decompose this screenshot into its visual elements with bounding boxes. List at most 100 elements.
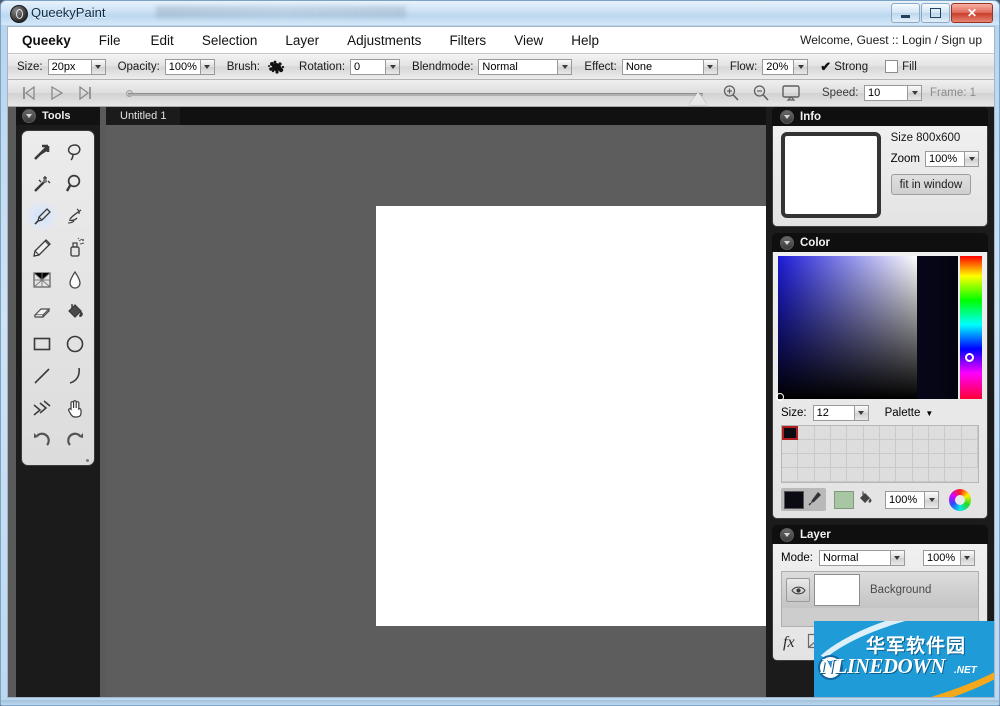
tool-gradient-web[interactable] [25, 265, 58, 295]
tool-paintbrush[interactable] [25, 201, 58, 231]
palette-swatch-selected[interactable] [782, 426, 799, 440]
fill-checkbox[interactable] [885, 60, 899, 73]
menu-edit[interactable]: Edit [151, 33, 174, 48]
skip-forward-icon[interactable] [74, 84, 96, 102]
timeline-slider[interactable] [128, 93, 703, 96]
menu-queeky[interactable]: Queeky [22, 33, 71, 48]
palette-swatch[interactable] [961, 440, 978, 454]
layer-mode-dropdown-button[interactable] [890, 550, 905, 566]
tool-undo[interactable] [25, 425, 58, 455]
speed-dropdown-button[interactable] [908, 85, 922, 101]
palette-swatch[interactable] [782, 440, 799, 454]
zoom-input[interactable]: 100% [925, 151, 965, 167]
layer-opacity-input[interactable]: 100% [922, 550, 961, 566]
color-size-input[interactable]: 12 [812, 405, 855, 421]
sv-dark-extension[interactable] [916, 256, 958, 399]
tool-eraser[interactable] [25, 297, 58, 327]
color-wheel-icon[interactable] [949, 488, 971, 511]
menu-filters[interactable]: Filters [449, 33, 486, 48]
menu-file[interactable]: File [99, 33, 121, 48]
tool-magic-wand[interactable] [25, 169, 58, 199]
palette-swatch[interactable] [896, 468, 913, 482]
palette-swatch[interactable] [945, 426, 962, 440]
palette-swatch[interactable] [912, 440, 929, 454]
layer-list[interactable]: Background [781, 571, 979, 627]
foreground-color-control[interactable] [781, 488, 826, 511]
palette-swatch[interactable] [847, 468, 864, 482]
tool-ellipse[interactable] [58, 329, 91, 359]
palette-swatch[interactable] [929, 426, 946, 440]
palette-swatch[interactable] [831, 468, 848, 482]
palette-swatch[interactable] [880, 468, 897, 482]
palette-swatch[interactable] [863, 440, 880, 454]
palette-swatch[interactable] [945, 454, 962, 468]
chevron-down-icon[interactable] [780, 527, 794, 542]
size-dropdown-button[interactable] [91, 58, 106, 75]
palette-swatch[interactable] [847, 426, 864, 440]
color-opacity-input[interactable]: 100% [885, 490, 925, 509]
color-opacity-dropdown-button[interactable] [925, 490, 939, 509]
close-button[interactable]: ✕ [951, 3, 993, 23]
eye-icon[interactable] [786, 578, 810, 602]
skip-back-icon[interactable] [18, 84, 40, 102]
option-fill[interactable]: Fill [885, 60, 922, 73]
opacity-input[interactable]: 100% [164, 58, 201, 75]
palette-swatch[interactable] [896, 440, 913, 454]
flow-input[interactable]: 20% [762, 58, 795, 75]
tool-airbrush[interactable] [58, 233, 91, 263]
palette-swatch[interactable] [798, 440, 815, 454]
minimize-button[interactable] [891, 3, 920, 23]
eyedropper-icon[interactable] [807, 490, 823, 509]
palette-swatch[interactable] [880, 440, 897, 454]
zoom-dropdown-button[interactable] [965, 151, 979, 167]
tool-line[interactable] [25, 361, 58, 391]
tools-resize-grip[interactable] [86, 459, 89, 462]
info-panel-header[interactable]: Info [772, 107, 988, 126]
layer-fx-button[interactable]: fx [783, 634, 795, 652]
menu-help[interactable]: Help [571, 33, 599, 48]
palette-swatch[interactable] [831, 426, 848, 440]
menu-layer[interactable]: Layer [285, 33, 319, 48]
palette-menu-label[interactable]: Palette [885, 407, 921, 419]
background-color-control[interactable] [834, 490, 873, 509]
tool-polyline[interactable] [25, 393, 58, 423]
palette-swatch[interactable] [880, 454, 897, 468]
palette-swatch[interactable] [782, 454, 799, 468]
palette-swatch[interactable] [929, 468, 946, 482]
palette-swatch[interactable] [961, 426, 978, 440]
tool-paint-bucket[interactable] [58, 297, 91, 327]
layer-panel-header[interactable]: Layer [772, 525, 988, 544]
opacity-dropdown-button[interactable] [200, 58, 215, 75]
blendmode-select[interactable]: Normal [478, 58, 559, 75]
tool-lasso[interactable] [58, 137, 91, 167]
zoom-in-icon[interactable] [720, 84, 742, 102]
tool-redo[interactable] [58, 425, 91, 455]
palette-swatch[interactable] [880, 426, 897, 440]
palette-swatch[interactable] [912, 426, 929, 440]
palette-swatch[interactable] [896, 426, 913, 440]
color-size-dropdown-button[interactable] [854, 405, 869, 421]
palette-swatch[interactable] [863, 426, 880, 440]
rotation-input[interactable]: 0 [350, 58, 387, 75]
palette-swatch[interactable] [831, 440, 848, 454]
palette-swatch[interactable] [798, 454, 815, 468]
tool-smudge[interactable] [58, 201, 91, 231]
effect-select[interactable]: None [621, 58, 704, 75]
menu-selection[interactable]: Selection [202, 33, 258, 48]
palette-swatch[interactable] [912, 468, 929, 482]
color-palette-grid[interactable] [781, 425, 979, 483]
rotation-dropdown-button[interactable] [386, 58, 401, 75]
palette-swatch[interactable] [945, 440, 962, 454]
palette-swatch[interactable] [863, 454, 880, 468]
chevron-down-icon[interactable]: ▼ [925, 409, 933, 418]
option-strong[interactable]: ✔ Strong [820, 60, 873, 73]
tool-hand[interactable] [58, 393, 91, 423]
menu-view[interactable]: View [514, 33, 543, 48]
tool-move[interactable] [25, 137, 58, 167]
effect-dropdown-button[interactable] [703, 58, 718, 75]
timeline-slider-handle[interactable] [689, 92, 707, 105]
hue-slider[interactable] [959, 256, 982, 399]
layer-mode-select[interactable]: Normal [818, 550, 891, 566]
palette-swatch[interactable] [814, 440, 831, 454]
palette-swatch[interactable] [814, 454, 831, 468]
